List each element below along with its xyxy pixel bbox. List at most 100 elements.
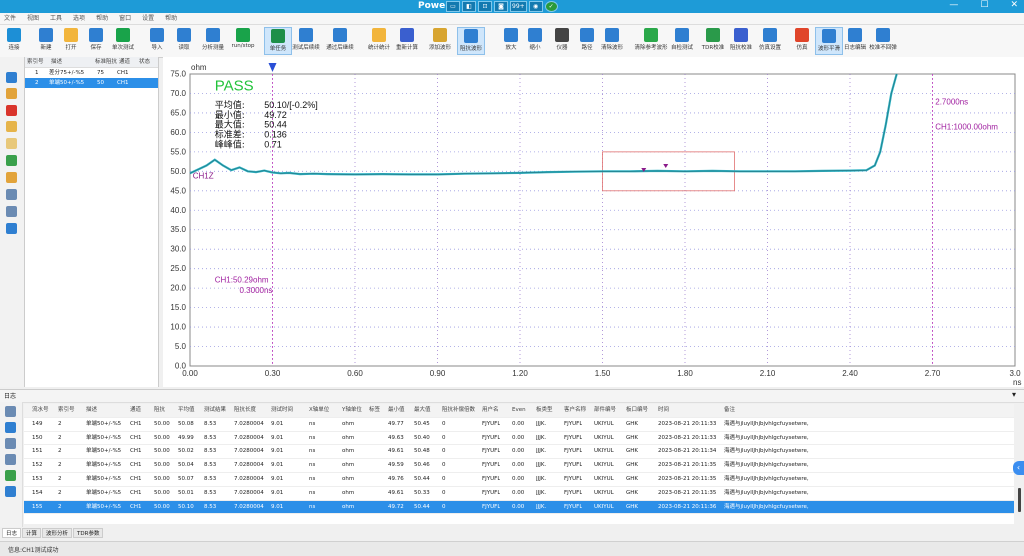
tdr-chart[interactable]: 0.05.010.015.020.025.030.035.040.045.050… [163, 57, 1024, 387]
print-icon[interactable] [5, 438, 16, 449]
toolbar-button[interactable]: 日志编辑 [841, 27, 869, 55]
tdr-chart-panel[interactable]: 0.0 5.0 10.0 15.0 20.0 25.0 30.0 35.0 40.0 45.0 50… [163, 57, 1024, 387]
paste-icon[interactable] [6, 138, 17, 149]
toolbar-button[interactable]: 仿真设置 [756, 27, 784, 55]
col-header[interactable]: X轴单位 [309, 404, 329, 417]
col-header[interactable]: 描述 [51, 57, 95, 67]
col-header[interactable]: 描述 [86, 404, 97, 417]
toolbar-button[interactable]: 重新计算 [393, 27, 421, 55]
col-header[interactable]: Even [512, 404, 526, 417]
col-header[interactable]: 流水号 [32, 404, 49, 417]
toolbar-button[interactable]: 阻抗波形 [457, 27, 485, 55]
export-icon[interactable] [5, 454, 16, 465]
table-icon[interactable] [5, 422, 16, 433]
close-button[interactable]: ✕ [1010, 0, 1018, 10]
scrollbar-thumb[interactable] [1018, 488, 1021, 512]
col-header[interactable]: 标准阻抗 [95, 57, 119, 67]
tab-tdr[interactable]: TDR参数 [73, 528, 104, 538]
menu-item[interactable]: 工具 [50, 13, 62, 24]
tab-waveform[interactable]: 波形分析 [42, 528, 73, 538]
log-table-row[interactable]: 155 2 单端50+/-%5 CH1 50.00 50.10 8.53 7.0280004 9… [24, 500, 1014, 515]
menu-item[interactable]: 帮助 [96, 13, 108, 24]
settings-icon[interactable] [6, 189, 17, 200]
toolbar-button[interactable]: 导入 [143, 27, 171, 55]
test-list-row-selected[interactable]: 2 单端50+/-%5 50 CH1 [25, 78, 158, 88]
menu-item[interactable]: 文件 [4, 13, 16, 24]
col-header[interactable]: 板类型 [536, 404, 553, 417]
toolbar-button[interactable]: 统计统计 [365, 27, 393, 55]
test-list-row[interactable]: 1 差分75+/-%5 75 CH1 [25, 68, 158, 78]
list-icon[interactable] [5, 406, 16, 417]
excel-icon[interactable] [5, 470, 16, 481]
col-header[interactable]: 阻抗补偿倍数 [442, 404, 475, 417]
toolbar-button[interactable]: 添加波形 [426, 27, 454, 55]
col-header[interactable]: 备注 [724, 404, 735, 417]
col-header[interactable]: 通道 [130, 404, 141, 417]
toolbar-button[interactable]: 仪器 [548, 27, 576, 55]
toolbar-button[interactable]: 清除波形 [598, 27, 626, 55]
col-header[interactable]: 通道 [119, 57, 139, 67]
gear-icon[interactable] [6, 206, 17, 217]
chevron-left-icon[interactable]: ‹ [1013, 461, 1024, 475]
import-icon[interactable] [6, 172, 17, 183]
col-header[interactable]: 板口编号 [626, 404, 648, 417]
col-header[interactable]: 阻抗长度 [234, 404, 256, 417]
col-header[interactable]: 客户名称 [564, 404, 586, 417]
col-header[interactable]: 最大值 [414, 404, 431, 417]
tray-icon-5[interactable]: ◉ [528, 1, 543, 12]
toolbar-button[interactable]: 通过后继续 [326, 27, 354, 55]
col-header[interactable]: 用户名 [482, 404, 499, 417]
notification-count-badge[interactable]: 99+ [510, 1, 527, 12]
toolbar-button[interactable]: 单次测试 [109, 27, 137, 55]
export-icon[interactable] [6, 155, 17, 166]
col-header[interactable]: 索引号 [25, 57, 51, 67]
edit-icon[interactable] [6, 88, 17, 99]
toolbar-button[interactable]: 打开 [57, 27, 85, 55]
toolbar-button[interactable]: 阻抗校准 [727, 27, 755, 55]
tray-icon-3[interactable]: ⊡ [478, 1, 492, 12]
toolbar-button[interactable]: run/stop [229, 27, 257, 55]
tray-icon-1[interactable]: ▭ [446, 1, 460, 12]
col-header[interactable]: 测试结果 [204, 404, 226, 417]
report-icon[interactable] [5, 486, 16, 497]
log-table-row[interactable]: 153 2 单端50+/-%5 CH1 50.00 50.07 8.53 7.0280004 9… [24, 473, 1014, 487]
menu-item[interactable]: 视图 [27, 13, 39, 24]
menu-item[interactable]: 窗口 [119, 13, 131, 24]
col-header[interactable]: 最小值 [388, 404, 405, 417]
tray-icon-2[interactable]: ◧ [462, 1, 476, 12]
tab-calc[interactable]: 计算 [22, 528, 42, 538]
menu-item[interactable]: 选项 [73, 13, 85, 24]
menu-item[interactable]: 帮助 [165, 13, 177, 24]
folder-icon[interactable] [6, 223, 17, 234]
log-table-row[interactable]: 149 2 单端50+/-%5 CH1 50.00 50.08 8.53 7.0280004 9… [24, 418, 1014, 432]
delete-icon[interactable] [6, 105, 17, 116]
tray-icon-4[interactable]: ◙ [494, 1, 508, 12]
copy-icon[interactable] [6, 121, 17, 132]
col-header[interactable]: 标签 [369, 404, 380, 417]
col-header[interactable]: Y轴单位 [342, 404, 362, 417]
minimize-button[interactable]: — [949, 0, 958, 10]
toolbar-button[interactable]: 连接 [4, 27, 24, 55]
add-icon[interactable] [6, 72, 17, 83]
col-header[interactable]: 测试时间 [271, 404, 293, 417]
chevron-down-icon[interactable]: ▾ [1012, 390, 1016, 399]
col-header[interactable]: 状态 [139, 57, 157, 67]
menu-item[interactable]: 设置 [142, 13, 154, 24]
col-header[interactable]: 部件编号 [594, 404, 616, 417]
col-header[interactable]: 阻抗 [154, 404, 165, 417]
maximize-button[interactable]: ☐ [980, 0, 988, 10]
col-header[interactable]: 时间 [658, 404, 669, 417]
toolbar-button[interactable]: 自检测试 [668, 27, 696, 55]
col-header[interactable]: 索引号 [58, 404, 75, 417]
toolbar-button[interactable]: 缩小 [521, 27, 549, 55]
toolbar-button[interactable]: 清除参考波形 [634, 27, 668, 55]
toolbar-button[interactable]: 单任务 [264, 27, 292, 55]
log-table-row[interactable]: 154 2 单端50+/-%5 CH1 50.00 50.01 8.53 7.0280004 9… [24, 487, 1014, 501]
col-header[interactable]: 平均值 [178, 404, 195, 417]
log-table-row[interactable]: 152 2 单端50+/-%5 CH1 50.00 50.04 8.53 7.0280004 9… [24, 459, 1014, 473]
tab-log[interactable]: 日志 [2, 528, 22, 538]
toolbar-button[interactable]: 路径 [573, 27, 601, 55]
log-table-row[interactable]: 150 2 单端50+/-%5 CH1 50.00 49.99 8.53 7.0280004 9… [24, 432, 1014, 446]
toolbar-button[interactable]: 波形平滑 [815, 27, 843, 55]
toolbar-button[interactable]: TDR校准 [699, 27, 727, 55]
